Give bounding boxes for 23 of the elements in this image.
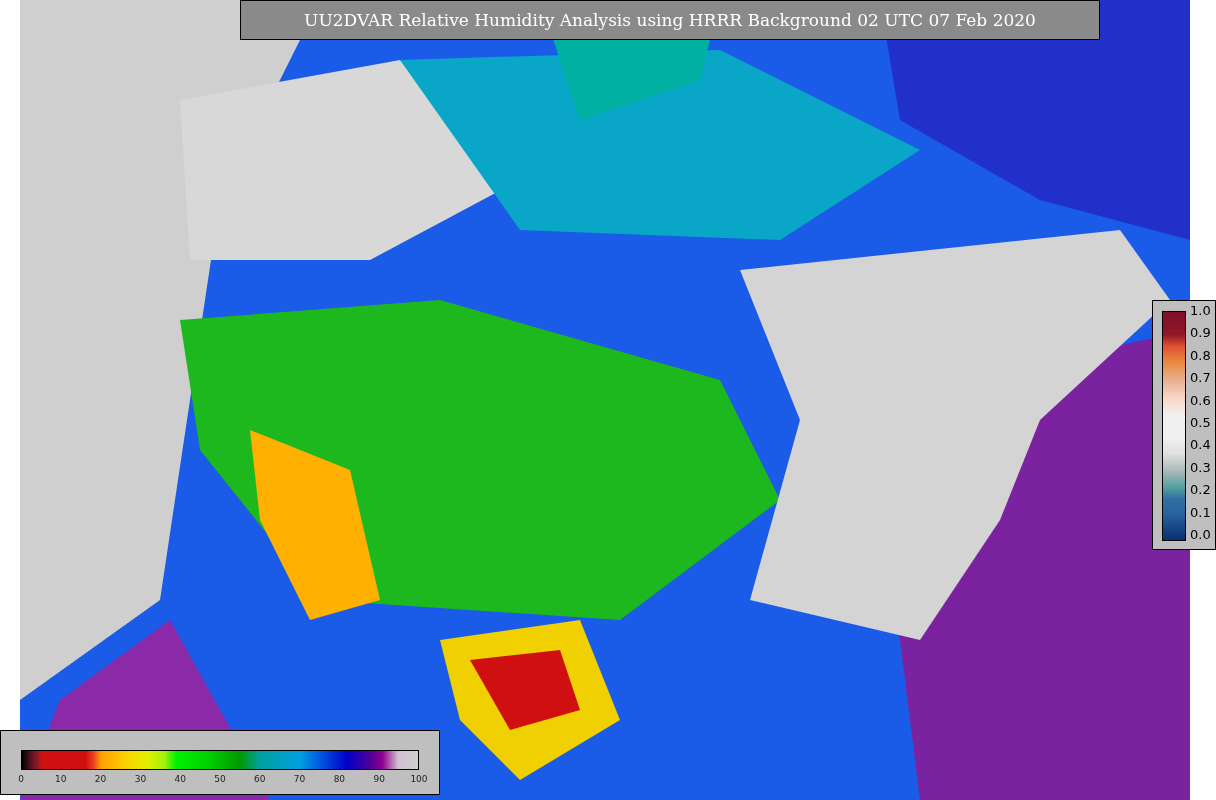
tick-label: 50 [213,774,227,784]
map-title: UU2DVAR Relative Humidity Analysis using HRRR Background 02 UTC 07 Feb 2020 [240,0,1100,40]
tick-label: 100 [409,774,429,784]
tick-label: 0.4 [1190,437,1211,454]
tick-label: 80 [332,774,347,784]
tick-label: 90 [372,774,386,784]
tick-label: 0.0 [1190,526,1211,543]
tick-label: 70 [292,774,307,784]
tick-label: 20 [93,774,108,784]
tick-label: 0.9 [1190,325,1211,342]
tick-label: 0.6 [1190,392,1211,409]
tick-label: 60 [253,774,267,784]
tick-label: 30 [133,774,148,784]
tick-label: 0.1 [1190,504,1211,521]
tick-label: 0.5 [1190,414,1211,431]
tick-label: 10 [54,774,68,784]
tick-label: 0.8 [1190,347,1211,364]
tick-label: 0 [17,774,25,784]
tick-label: 0.3 [1190,459,1211,476]
tick-label: 0.2 [1190,482,1211,499]
tick-label: 40 [173,774,187,784]
tick-label: 0.7 [1190,370,1211,387]
tick-label: 1.0 [1190,303,1211,319]
